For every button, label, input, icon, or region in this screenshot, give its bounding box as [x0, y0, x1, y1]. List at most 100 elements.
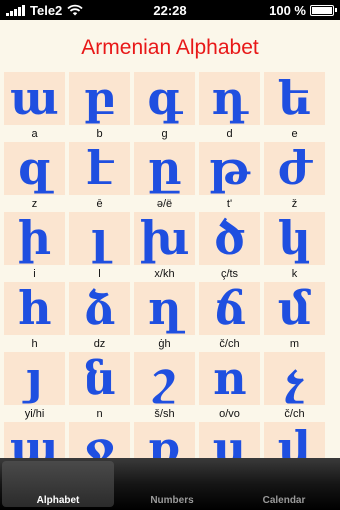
letter-cell[interactable]: յ yi/hi [4, 352, 65, 422]
letter-glyph: ժ [264, 142, 325, 195]
letter-transliteration: ç/ts [220, 268, 239, 280]
letter-cell[interactable]: խ x/kh [134, 212, 195, 282]
letter-transliteration: ə/ë [156, 198, 173, 210]
status-time: 22:28 [153, 2, 187, 18]
tab-calendar[interactable]: Calendar [228, 458, 340, 510]
letter-glyph: ի [4, 212, 65, 265]
carrier-name: Tele2 [30, 2, 63, 18]
signal-icon [6, 4, 25, 16]
letter-cell[interactable]: հh [4, 282, 65, 352]
letter-transliteration: ġh [158, 338, 171, 350]
letter-cell[interactable]: իi [4, 212, 65, 282]
letter-glyph: ա [4, 72, 65, 125]
letter-cell[interactable]: ը ə/ë [134, 142, 195, 212]
letter-glyph: յ [4, 352, 65, 405]
letter-transliteration: a [31, 128, 38, 140]
tab-bar: Alphabet Numbers Calendar [0, 458, 340, 510]
letter-transliteration: yi/hi [24, 408, 45, 420]
letter-glyph: ո [199, 352, 260, 405]
letter-glyph: ն [69, 352, 130, 405]
letter-glyph: ճ [199, 282, 260, 335]
letter-cell[interactable]: ջ [69, 422, 130, 458]
letter-glyph: կ [264, 212, 325, 265]
letter-cell[interactable]: լl [69, 212, 130, 282]
letter-glyph: ս [199, 422, 260, 458]
letter-glyph: դ [199, 72, 260, 125]
letter-cell[interactable]: կk [264, 212, 325, 282]
letter-grid: ա a բ b գ g դ d ե e զ z է ē ը ə/ë թ t' ժ ž ի i լ l խ x/kh ծ ç/ts կ k հ… [0, 72, 340, 458]
letter-transliteration: ē [96, 198, 103, 210]
letter-transliteration: č/ch [284, 408, 305, 420]
letter-cell[interactable]: վ [264, 422, 325, 458]
letter-transliteration: č/ch [219, 338, 240, 350]
letter-glyph: շ [134, 352, 195, 405]
letter-cell[interactable]: պ [4, 422, 65, 458]
letter-cell[interactable]: գg [134, 72, 195, 142]
letter-cell[interactable]: ս [199, 422, 260, 458]
battery-icon [310, 4, 337, 16]
letter-transliteration: e [291, 128, 298, 140]
letter-glyph: ե [264, 72, 325, 125]
tab-numbers[interactable]: Numbers [116, 458, 228, 510]
letter-transliteration: ž [291, 198, 298, 210]
letter-cell[interactable]: ճ č/ch [199, 282, 260, 352]
letter-glyph: չ [264, 352, 325, 405]
letter-glyph: թ [199, 142, 260, 195]
letter-cell[interactable]: ռ [134, 422, 195, 458]
letter-transliteration: m [289, 338, 300, 350]
letter-glyph: ղ [134, 282, 195, 335]
letter-glyph: ձ [69, 282, 130, 335]
letter-glyph: հ [4, 282, 65, 335]
letter-transliteration: t' [226, 198, 233, 210]
letter-cell[interactable]: եe [264, 72, 325, 142]
letter-glyph: լ [69, 212, 130, 265]
letter-grid-scroll[interactable]: ա a բ b գ g դ d ե e զ z է ē ը ə/ë թ t' ժ ž ի i լ l խ x/kh ծ ç/ts կ k հ… [0, 72, 340, 458]
letter-glyph: մ [264, 282, 325, 335]
letter-transliteration: l [98, 268, 101, 280]
letter-glyph: խ [134, 212, 195, 265]
letter-glyph: է [69, 142, 130, 195]
letter-cell[interactable]: ղ ġh [134, 282, 195, 352]
letter-transliteration: i [33, 268, 36, 280]
letter-glyph: պ [4, 422, 65, 458]
letter-transliteration: z [31, 198, 38, 210]
letter-cell[interactable]: չ č/ch [264, 352, 325, 422]
letter-cell[interactable]: ծ ç/ts [199, 212, 260, 282]
letter-cell[interactable]: աa [4, 72, 65, 142]
letter-transliteration: d [226, 128, 233, 140]
letter-transliteration: k [291, 268, 298, 280]
letter-cell[interactable]: ժž [264, 142, 325, 212]
letter-glyph: ը [134, 142, 195, 195]
letter-cell[interactable]: զz [4, 142, 65, 212]
letter-glyph: զ [4, 142, 65, 195]
letter-transliteration: x/kh [154, 268, 175, 280]
battery-fill [312, 6, 332, 14]
letter-cell[interactable]: շ š/sh [134, 352, 195, 422]
letter-glyph: ռ [134, 422, 195, 458]
battery-percent: 100 % [269, 2, 306, 18]
status-left: Tele2 [6, 3, 126, 18]
letter-cell[interactable]: էē [69, 142, 130, 212]
letter-glyph: բ [69, 72, 130, 125]
letter-cell[interactable]: մm [264, 282, 325, 352]
letter-glyph: վ [264, 422, 325, 458]
letter-glyph: գ [134, 72, 195, 125]
letter-glyph: ջ [69, 422, 130, 458]
letter-transliteration: g [161, 128, 168, 140]
letter-transliteration: š/sh [154, 408, 175, 420]
letter-cell[interactable]: ո o/vo [199, 352, 260, 422]
letter-cell[interactable]: ձ dz [69, 282, 130, 352]
tab-alphabet[interactable]: Alphabet [2, 461, 114, 507]
letter-glyph: ծ [199, 212, 260, 265]
letter-transliteration: n [96, 408, 103, 420]
letter-cell[interactable]: թ t' [199, 142, 260, 212]
status-right: 100 % [214, 2, 337, 18]
letter-transliteration: h [31, 338, 38, 350]
status-bar: Tele2 22:28 100 % [0, 0, 340, 20]
letter-cell[interactable]: դd [199, 72, 260, 142]
wifi-icon [67, 4, 83, 16]
letter-cell[interactable]: նn [69, 352, 130, 422]
letter-transliteration: dz [93, 338, 106, 350]
letter-transliteration: b [96, 128, 103, 140]
letter-cell[interactable]: բb [69, 72, 130, 142]
